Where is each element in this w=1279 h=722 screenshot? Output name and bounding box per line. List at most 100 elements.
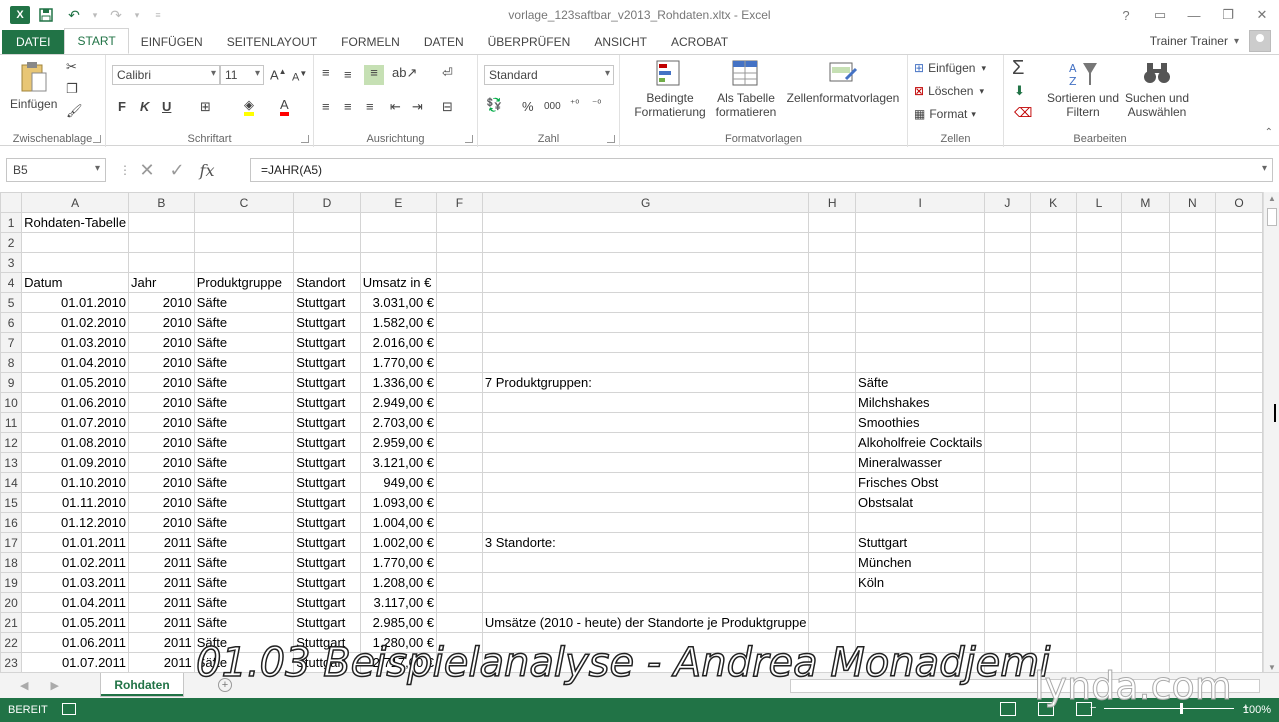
row-header[interactable]: 10 bbox=[0, 392, 23, 413]
cell-g19[interactable] bbox=[481, 572, 810, 593]
cell-e13[interactable]: 3.121,00 € bbox=[359, 452, 438, 473]
cell-b16[interactable]: 2010 bbox=[128, 512, 195, 533]
cell-h14[interactable] bbox=[808, 472, 857, 493]
row-header[interactable]: 7 bbox=[0, 332, 23, 353]
row-header[interactable]: 8 bbox=[0, 352, 23, 373]
cell-m18[interactable] bbox=[1121, 552, 1170, 573]
clear-icon[interactable]: ⌫ bbox=[1014, 105, 1032, 121]
cell-k12[interactable] bbox=[1029, 432, 1077, 453]
cell-c11[interactable]: Säfte bbox=[193, 412, 295, 433]
cell-m3[interactable] bbox=[1121, 252, 1170, 273]
cell-f17[interactable] bbox=[436, 532, 483, 553]
cell-o7[interactable] bbox=[1215, 332, 1263, 353]
formula-input[interactable]: =JAHR(A5) bbox=[250, 158, 1273, 182]
cell-j4[interactable] bbox=[984, 272, 1031, 293]
cell-b7[interactable]: 2010 bbox=[128, 332, 195, 353]
cell-l17[interactable] bbox=[1075, 532, 1123, 553]
cell-h17[interactable] bbox=[808, 532, 857, 553]
cell-m22[interactable] bbox=[1121, 632, 1170, 653]
cell-n16[interactable] bbox=[1168, 512, 1217, 533]
cell-n20[interactable] bbox=[1168, 592, 1217, 613]
row-header[interactable]: 2 bbox=[0, 232, 23, 253]
tab-formeln[interactable]: FORMELN bbox=[329, 30, 412, 54]
cell-a22[interactable]: 01.06.2011 bbox=[21, 632, 130, 653]
cell-l21[interactable] bbox=[1075, 612, 1123, 633]
percent-format-button[interactable]: % bbox=[522, 99, 534, 114]
cell-d1[interactable] bbox=[293, 212, 361, 233]
cell-i16[interactable] bbox=[855, 512, 986, 533]
cell-k21[interactable] bbox=[1029, 612, 1077, 633]
cell-h2[interactable] bbox=[808, 232, 857, 253]
cell-k18[interactable] bbox=[1029, 552, 1077, 573]
macro-record-icon[interactable] bbox=[62, 703, 76, 715]
cell-j10[interactable] bbox=[984, 392, 1031, 413]
next-sheet-icon[interactable]: ▶ bbox=[50, 680, 58, 692]
cell-l7[interactable] bbox=[1075, 332, 1123, 353]
cell-h10[interactable] bbox=[808, 392, 857, 413]
cell-h15[interactable] bbox=[808, 492, 857, 513]
tab-ueberpruefen[interactable]: ÜBERPRÜFEN bbox=[476, 30, 583, 54]
cell-b15[interactable]: 2010 bbox=[128, 492, 195, 513]
underline-button[interactable]: U bbox=[162, 99, 171, 114]
orientation-icon[interactable]: ab↗ bbox=[392, 65, 417, 81]
cell-h13[interactable] bbox=[808, 452, 857, 473]
cell-j21[interactable] bbox=[984, 612, 1031, 633]
row-header[interactable]: 21 bbox=[0, 612, 23, 633]
cell-k4[interactable] bbox=[1029, 272, 1077, 293]
cell-o6[interactable] bbox=[1215, 312, 1263, 333]
cell-n11[interactable] bbox=[1168, 412, 1217, 433]
cell-n3[interactable] bbox=[1168, 252, 1217, 273]
cell-j9[interactable] bbox=[984, 372, 1031, 393]
cell-g2[interactable] bbox=[481, 232, 810, 253]
font-color-icon[interactable]: A bbox=[280, 97, 289, 116]
cell-g3[interactable] bbox=[481, 252, 810, 273]
cell-o12[interactable] bbox=[1215, 432, 1263, 453]
row-header[interactable]: 5 bbox=[0, 292, 23, 313]
cell-h20[interactable] bbox=[808, 592, 857, 613]
align-left-icon[interactable]: ≡ bbox=[322, 99, 330, 114]
cell-c4[interactable]: Produktgruppe bbox=[193, 272, 295, 293]
cell-e10[interactable]: 2.949,00 € bbox=[359, 392, 438, 413]
cell-h4[interactable] bbox=[808, 272, 857, 293]
cell-k10[interactable] bbox=[1029, 392, 1077, 413]
cell-i18[interactable]: München bbox=[855, 552, 986, 573]
cell-c13[interactable]: Säfte bbox=[193, 452, 295, 473]
cell-e1[interactable] bbox=[359, 212, 438, 233]
cell-l12[interactable] bbox=[1075, 432, 1123, 453]
fill-icon[interactable]: ⬇ bbox=[1014, 83, 1025, 99]
column-header-d[interactable]: D bbox=[293, 192, 361, 213]
cell-l22[interactable] bbox=[1075, 632, 1123, 653]
cell-o10[interactable] bbox=[1215, 392, 1263, 413]
normal-view-icon[interactable] bbox=[1000, 702, 1016, 716]
cell-o3[interactable] bbox=[1215, 252, 1263, 273]
close-icon[interactable]: ✕ bbox=[1245, 7, 1279, 23]
cell-n15[interactable] bbox=[1168, 492, 1217, 513]
cell-k5[interactable] bbox=[1029, 292, 1077, 313]
cell-n10[interactable] bbox=[1168, 392, 1217, 413]
number-format-select[interactable]: Standard bbox=[484, 65, 614, 85]
column-header-c[interactable]: C bbox=[193, 192, 295, 213]
conditional-formatting-button[interactable]: Bedingte Formatierung bbox=[624, 59, 716, 119]
cell-d15[interactable]: Stuttgart bbox=[293, 492, 361, 513]
cell-g4[interactable] bbox=[481, 272, 810, 293]
cell-l18[interactable] bbox=[1075, 552, 1123, 573]
cell-j6[interactable] bbox=[984, 312, 1031, 333]
cell-m1[interactable] bbox=[1121, 212, 1170, 233]
cell-m21[interactable] bbox=[1121, 612, 1170, 633]
cell-n4[interactable] bbox=[1168, 272, 1217, 293]
cell-m14[interactable] bbox=[1121, 472, 1170, 493]
cell-f4[interactable] bbox=[436, 272, 483, 293]
increase-font-icon[interactable]: A▲ bbox=[270, 67, 287, 82]
cell-g21[interactable]: Umsätze (2010 - heute) der Standorte je … bbox=[481, 612, 810, 633]
cell-j16[interactable] bbox=[984, 512, 1031, 533]
cell-j1[interactable] bbox=[984, 212, 1031, 233]
row-header[interactable]: 17 bbox=[0, 532, 23, 553]
cell-o15[interactable] bbox=[1215, 492, 1263, 513]
format-as-table-button[interactable]: Als Tabelle formatieren bbox=[708, 59, 784, 119]
cell-i5[interactable] bbox=[855, 292, 986, 313]
cell-i1[interactable] bbox=[855, 212, 986, 233]
cell-i11[interactable]: Smoothies bbox=[855, 412, 986, 433]
cell-d21[interactable]: Stuttgart bbox=[293, 612, 361, 633]
bold-button[interactable]: F bbox=[118, 99, 126, 114]
cell-c17[interactable]: Säfte bbox=[193, 532, 295, 553]
